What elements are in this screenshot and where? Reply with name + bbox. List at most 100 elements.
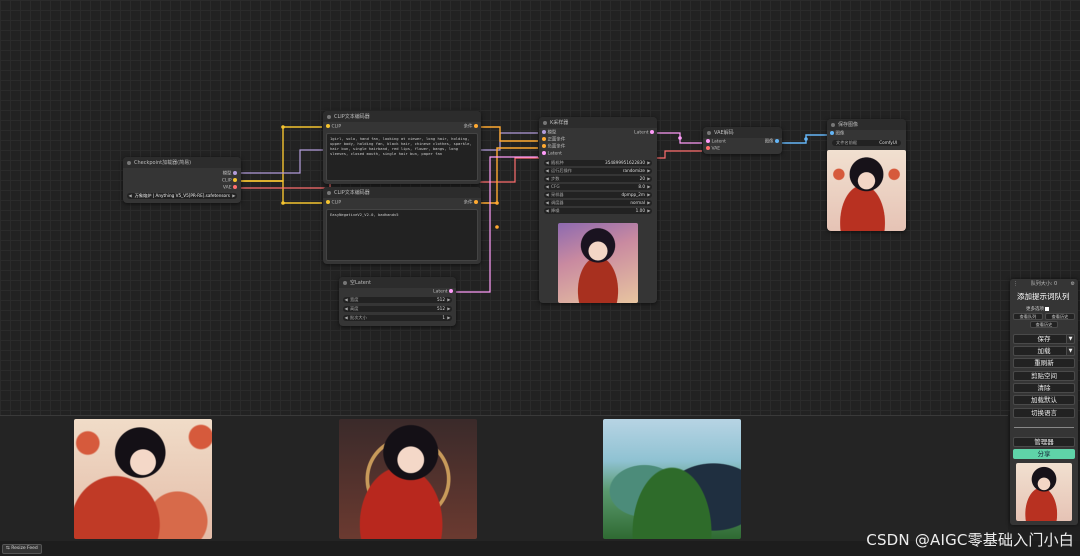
node-title: 空Latent xyxy=(339,277,456,288)
feed-image-3[interactable] xyxy=(603,419,741,539)
input-clip[interactable]: CLIP xyxy=(326,124,341,131)
scheduler-widget[interactable]: ◀ 调度器 normal ▶ xyxy=(544,200,652,206)
load-button[interactable]: 加载 ▼ xyxy=(1013,346,1075,356)
arrow-right-icon: ▶ xyxy=(647,192,651,197)
negative-prompt-textarea[interactable]: EasyNegativeV2_V2.0, badhandv5 xyxy=(326,209,478,261)
input-latent[interactable]: Latent xyxy=(706,139,726,146)
drag-handle-icon[interactable]: ⋮ xyxy=(1013,279,1018,289)
output-latent[interactable]: Latent xyxy=(634,130,654,137)
feed-image-2[interactable] xyxy=(339,419,477,539)
history-queue-button[interactable]: 查看历史 xyxy=(1030,321,1058,328)
steps-widget[interactable]: ◀ 步数 20 ▶ xyxy=(544,176,652,182)
port-dot-icon xyxy=(326,124,330,128)
input-image[interactable]: 图像 xyxy=(830,131,844,138)
view-queue-button[interactable]: 查看队列 xyxy=(1013,313,1043,320)
node-title: CLIP文本编码器 xyxy=(323,111,481,122)
denoise-widget[interactable]: ◀ 降噪 1.00 ▶ xyxy=(544,208,652,214)
ckpt-name-select[interactable]: ◀ 万象熔炉 | Anything V5_V5[PR-RE].safetenso… xyxy=(127,193,237,199)
node-graph-canvas[interactable]: Checkpoint加载器(简易) 模型 CLIP VAE ◀ 万象熔炉 | A… xyxy=(0,0,1080,415)
arrow-right-icon: ▶ xyxy=(447,306,451,311)
port-dot-icon xyxy=(542,144,546,148)
node-title: VAE解码 xyxy=(703,127,782,138)
output-image[interactable]: 图像 xyxy=(765,139,779,146)
output-model[interactable]: 模型 xyxy=(223,171,237,178)
vae-decode-node[interactable]: VAE解码 Latent VAE 图像 xyxy=(703,127,782,154)
arrow-left-icon: ◀ xyxy=(545,176,549,181)
wire-positive-cond xyxy=(480,126,538,142)
view-history-button[interactable]: 查看历史 xyxy=(1045,313,1075,320)
filename-prefix-widget[interactable]: 文件名前缀 ComfyUI xyxy=(832,140,901,146)
feed-image-1[interactable] xyxy=(74,419,212,539)
node-title: Checkpoint加载器(简易) xyxy=(123,157,241,168)
gear-icon[interactable]: ⚙ xyxy=(1071,279,1075,289)
port-dot-icon xyxy=(474,200,478,204)
ksampler-node[interactable]: K采样器 模型 正面条件 负面条件 Latent Latent ◀ 随机种 3548… xyxy=(539,117,657,303)
prompt-textarea[interactable]: 1girl, solo, hand fan, looking at viewer… xyxy=(326,133,478,181)
height-widget[interactable]: ◀ 高度 512 ▶ xyxy=(343,306,452,312)
resize-feed-button[interactable]: ⇆ Resize Feed xyxy=(2,544,42,554)
arrow-left-icon: ◀ xyxy=(545,168,549,173)
input-positive[interactable]: 正面条件 xyxy=(542,137,565,144)
arrow-right-icon: ▶ xyxy=(232,193,236,198)
port-dot-icon xyxy=(775,139,779,143)
port-dot-icon xyxy=(706,139,710,143)
queue-menu[interactable]: ⋮ 队列大小: 0 ⚙ 添加提示词队列 更多选项 查看队列 查看历史 查看历史 … xyxy=(1010,279,1078,525)
width-widget[interactable]: ◀ 宽度 512 ▶ xyxy=(343,297,452,303)
input-vae[interactable]: VAE xyxy=(706,146,720,153)
clip-text-encode-positive-node[interactable]: CLIP文本编码器 CLIP 条件 1girl, solo, hand fan,… xyxy=(323,111,481,184)
batch-size-widget[interactable]: ◀ 批次大小 1 ▶ xyxy=(343,315,452,321)
arrow-left-icon: ◀ xyxy=(545,192,549,197)
arrow-left-icon: ◀ xyxy=(344,315,348,320)
refresh-button[interactable]: 重刷新 xyxy=(1013,358,1075,368)
input-negative[interactable]: 负面条件 xyxy=(542,144,565,151)
arrow-right-icon: ▶ xyxy=(647,200,651,205)
arrow-left-icon: ◀ xyxy=(128,193,132,198)
chevron-down-icon[interactable]: ▼ xyxy=(1066,346,1075,356)
output-vae[interactable]: VAE xyxy=(223,185,237,192)
empty-latent-node[interactable]: 空Latent Latent ◀ 宽度 512 ▶ ◀ 高度 512 ▶ ◀ 批次大小 1 ▶ xyxy=(339,277,456,326)
node-title: CLIP文本编码器 xyxy=(323,187,481,198)
checkbox-icon[interactable] xyxy=(1045,306,1050,311)
preview-image xyxy=(558,223,638,303)
input-latent[interactable]: Latent xyxy=(542,151,562,158)
queue-prompt-button[interactable]: 添加提示词队列 xyxy=(1017,291,1070,302)
load-default-button[interactable]: 加载默认 xyxy=(1013,395,1075,405)
seed-widget[interactable]: ◀ 随机种 354899951622830 ▶ xyxy=(544,160,652,166)
save-image-node[interactable]: 保存图像 图像 文件名前缀 ComfyUI xyxy=(827,119,906,231)
input-model[interactable]: 模型 xyxy=(542,130,556,137)
port-dot-icon xyxy=(326,200,330,204)
arrow-left-icon: ◀ xyxy=(545,184,549,189)
sampler-widget[interactable]: ◀ 采样器 dpmpp_2m ▶ xyxy=(544,192,652,198)
clip-text-encode-negative-node[interactable]: CLIP文本编码器 CLIP 条件 EasyNegativeV2_V2.0, b… xyxy=(323,187,481,264)
arrow-right-icon: ▶ xyxy=(447,315,451,320)
port-dot-icon xyxy=(474,124,478,128)
share-button[interactable]: 分享 xyxy=(1013,449,1075,459)
arrow-right-icon: ▶ xyxy=(647,184,651,189)
input-clip[interactable]: CLIP xyxy=(326,200,341,207)
port-dot-icon xyxy=(830,131,834,135)
arrow-right-icon: ▶ xyxy=(647,160,651,165)
extra-options-checkbox[interactable]: 更多选项 xyxy=(1026,306,1050,312)
port-dot-icon xyxy=(542,130,546,134)
output-conditioning[interactable]: 条件 xyxy=(464,124,478,131)
arrow-left-icon: ◀ xyxy=(545,208,549,213)
chevron-down-icon[interactable]: ▼ xyxy=(1066,334,1075,344)
saved-image xyxy=(827,150,906,231)
node-title: 保存图像 xyxy=(827,119,906,130)
watermark-text: CSDN @AIGC零基础入门小白 xyxy=(866,531,1074,549)
arrow-right-icon: ▶ xyxy=(447,297,451,302)
wire-latent-out xyxy=(656,132,702,144)
output-clip[interactable]: CLIP xyxy=(222,178,237,185)
checkpoint-loader-node[interactable]: Checkpoint加载器(简易) 模型 CLIP VAE ◀ 万象熔炉 | A… xyxy=(123,157,241,203)
arrow-left-icon: ◀ xyxy=(344,306,348,311)
clipspace-button[interactable]: 剪贴空间 xyxy=(1013,371,1075,381)
output-latent[interactable]: Latent xyxy=(433,289,453,296)
control-after-generate-widget[interactable]: ◀ 运行后操作 randomize ▶ xyxy=(544,168,652,174)
switch-language-button[interactable]: 切换语言 xyxy=(1013,408,1075,418)
queue-menu-header[interactable]: ⋮ 队列大小: 0 ⚙ xyxy=(1010,279,1078,289)
cfg-widget[interactable]: ◀ CFG 8.0 ▶ xyxy=(544,184,652,190)
output-conditioning[interactable]: 条件 xyxy=(464,200,478,207)
clear-button[interactable]: 清除 xyxy=(1013,383,1075,393)
manager-button[interactable]: 管理器 xyxy=(1013,437,1075,447)
save-button[interactable]: 保存 ▼ xyxy=(1013,334,1075,344)
